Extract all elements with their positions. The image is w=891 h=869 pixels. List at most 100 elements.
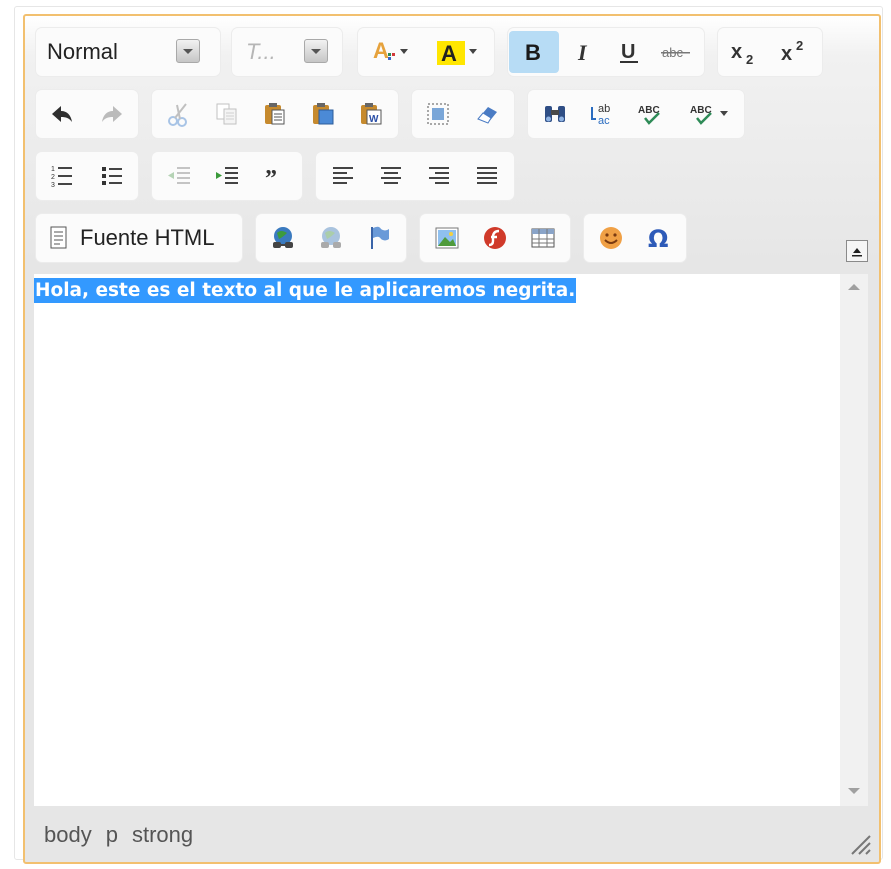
scroll-down-icon[interactable] (848, 788, 860, 794)
background-color-button[interactable]: A (426, 28, 488, 76)
smiley-button[interactable] (588, 214, 634, 262)
numbered-list-button[interactable]: 123 (38, 152, 86, 200)
svg-text:B: B (525, 40, 541, 65)
svg-text:2: 2 (796, 38, 803, 53)
svg-text:x: x (731, 41, 742, 63)
paste-button[interactable] (252, 90, 298, 138)
align-group (316, 152, 514, 200)
format-combo-value: Normal (47, 39, 118, 64)
replace-button[interactable]: ab ac (580, 90, 624, 138)
unlink-button[interactable] (308, 214, 354, 262)
blockquote-button[interactable]: ” (252, 152, 298, 200)
collapse-toolbar-button[interactable] (846, 240, 868, 262)
table-button[interactable] (520, 214, 566, 262)
omega-icon: Ω (648, 225, 668, 251)
italic-button[interactable]: I (562, 28, 606, 76)
anchor-button[interactable] (356, 214, 402, 262)
unlink-icon (321, 227, 341, 248)
align-center-button[interactable] (368, 152, 414, 200)
outdent-button[interactable] (156, 152, 202, 200)
svg-text:ab: ab (598, 103, 610, 115)
spellcheck-group: ab ac ABC ABC (528, 90, 744, 138)
replace-icon: abac (591, 103, 610, 127)
text-color-button[interactable]: A (358, 28, 422, 76)
align-left-icon (333, 167, 353, 184)
align-left-button[interactable] (320, 152, 366, 200)
select-all-icon (427, 103, 449, 125)
superscript-button[interactable]: x2 (772, 28, 820, 76)
source-button[interactable]: Fuente HTML (42, 214, 238, 262)
image-button[interactable] (424, 214, 470, 262)
undo-icon (52, 106, 72, 122)
select-group (412, 90, 514, 138)
link-button[interactable] (260, 214, 306, 262)
eraser-icon (477, 107, 497, 124)
path-item-p[interactable]: p (106, 822, 118, 848)
spellcheck-button[interactable]: ABC (626, 90, 676, 138)
strike-button[interactable]: abc (652, 28, 700, 76)
svg-text:W: W (369, 114, 379, 125)
scroll-up-icon[interactable] (848, 284, 860, 290)
vertical-scrollbar[interactable] (840, 274, 868, 806)
remove-format-button[interactable] (464, 90, 512, 138)
align-right-button[interactable] (416, 152, 462, 200)
indent-button[interactable] (204, 152, 250, 200)
path-item-strong[interactable]: strong (132, 822, 193, 848)
background-color-icon: A (437, 41, 477, 66)
insert-group (420, 214, 570, 262)
underline-button[interactable]: U (608, 28, 650, 76)
font-combo[interactable]: T... (232, 28, 342, 76)
subscript-icon: x2 (731, 41, 753, 66)
path-item-body[interactable]: body (44, 822, 92, 848)
flash-button[interactable] (472, 214, 518, 262)
paste-word-button[interactable]: W (348, 90, 394, 138)
bulleted-list-button[interactable] (88, 152, 136, 200)
editing-area[interactable]: Hola, este es el texto al que le aplicar… (34, 274, 840, 806)
smiley-icon (600, 227, 622, 249)
special-char-button[interactable]: Ω (636, 214, 682, 262)
superscript-icon: x2 (781, 38, 803, 65)
justify-button[interactable] (464, 152, 510, 200)
copy-icon (216, 103, 237, 125)
svg-text:2: 2 (746, 52, 753, 66)
svg-text:x: x (781, 43, 792, 65)
binoculars-icon (545, 106, 565, 122)
text-color-icon: A (373, 38, 408, 63)
selected-text[interactable]: Hola, este es el texto al que le aplicar… (34, 278, 577, 303)
select-all-button[interactable] (414, 90, 462, 138)
align-right-icon (429, 167, 449, 184)
svg-text:I: I (577, 40, 588, 65)
svg-text:”: ” (265, 166, 277, 186)
document-source-icon (50, 226, 67, 249)
undo-button[interactable] (38, 90, 86, 138)
undo-group (36, 90, 138, 138)
svg-text:A: A (373, 38, 389, 63)
subscript-button[interactable]: x2 (720, 28, 772, 76)
justify-icon (477, 167, 497, 184)
collapse-arrow-icon (852, 248, 862, 257)
paste-text-button[interactable] (300, 90, 346, 138)
underline-icon: U (620, 41, 638, 63)
basic-styles-group: B I U abc (508, 28, 704, 76)
svg-text:Ω: Ω (648, 225, 668, 251)
quote-icon: ” (265, 166, 277, 186)
outdent-icon (168, 167, 190, 184)
bold-icon: B (525, 40, 541, 65)
paste-word-icon: W (361, 103, 382, 125)
chevron-down-icon[interactable] (176, 39, 200, 63)
spellcheck-as-you-type-button[interactable]: ABC (678, 90, 740, 138)
cut-button[interactable] (156, 90, 202, 138)
bulleted-list-icon (102, 167, 122, 185)
bold-button[interactable]: B (509, 31, 559, 73)
align-center-icon (381, 167, 401, 184)
chevron-down-icon[interactable] (304, 39, 328, 63)
find-button[interactable] (532, 90, 578, 138)
format-combo[interactable]: Normal (36, 28, 220, 76)
svg-text:U: U (621, 41, 635, 63)
table-icon (531, 228, 555, 248)
redo-button[interactable] (88, 90, 136, 138)
resize-handle-icon[interactable] (846, 830, 872, 856)
clipboard-group: W (152, 90, 398, 138)
copy-button[interactable] (204, 90, 250, 138)
spellcheck-dropdown-icon: ABC (690, 105, 728, 125)
